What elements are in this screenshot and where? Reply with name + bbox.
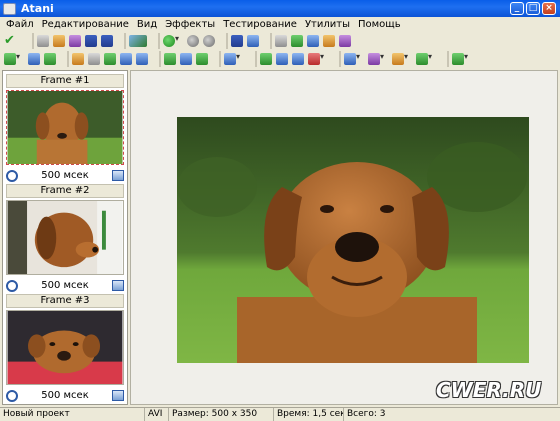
distribute-icon[interactable] [368,52,384,65]
order-icon[interactable] [392,52,408,65]
toolbar-group [226,33,263,49]
toolbar-group [219,51,248,67]
menu-utilities[interactable]: Утилиты [301,19,354,30]
frame-grid-icon[interactable] [323,35,335,47]
toolbar-group [124,33,151,49]
align-icon[interactable] [344,52,360,65]
toolbar-group: ✔ [4,33,20,49]
toolbar-group [339,51,440,67]
frame-list-panel: Frame #1 500 мсек Frame #2 500 мсек Fram… [2,70,128,405]
play-icon[interactable] [163,34,179,47]
toolbar-group [4,51,60,67]
fill-icon[interactable] [292,53,304,65]
save-frame-icon[interactable] [231,35,243,47]
status-format: AVI [145,408,169,421]
frame-item-1[interactable]: Frame #1 500 мсек [6,74,124,183]
color-icon[interactable] [452,52,468,65]
properties-icon[interactable] [136,53,148,65]
move-left-icon[interactable] [88,53,100,65]
stamp-icon[interactable] [308,52,324,65]
status-project: Новый проект [0,408,145,421]
move-up-icon[interactable] [72,53,84,65]
image-import-icon[interactable] [291,35,303,47]
delete-frame-icon[interactable] [28,53,40,65]
film-icon[interactable] [307,35,319,47]
add-frame-icon[interactable] [4,52,20,65]
frame-thumbnail[interactable] [6,310,124,385]
menu-testing[interactable]: Тестирование [219,19,301,30]
menu-edit[interactable]: Редактирование [38,19,133,30]
title-bar: Atani _ □ × [0,0,560,17]
frame-footer: 500 мсек [6,388,124,403]
open-icon[interactable] [37,35,49,47]
frame-title: Frame #3 [6,294,124,308]
frame-thumbnail[interactable] [6,200,124,275]
frame-item-2[interactable]: Frame #2 500 мсек [6,184,124,293]
canvas-area [130,70,558,405]
menu-view[interactable]: Вид [133,19,161,30]
effect-icon[interactable] [416,52,432,65]
frame-properties-icon[interactable] [112,280,124,291]
toolbar-group [67,51,152,67]
frame-title: Frame #2 [6,184,124,198]
save-icon[interactable] [85,35,97,47]
stop-icon[interactable] [203,35,215,47]
frame-title: Frame #1 [6,74,124,88]
close-button[interactable]: × [542,2,556,15]
maximize-button[interactable]: □ [526,2,540,15]
toolbar-group [159,51,212,67]
pause-icon[interactable] [187,35,199,47]
frame-properties-icon[interactable] [112,170,124,181]
split-icon[interactable] [196,53,208,65]
toolbar-group [158,33,219,49]
timer-icon[interactable] [120,53,132,65]
apply-check-icon[interactable]: ✔ [4,34,16,47]
frame-canvas-image[interactable] [177,117,529,363]
crop-icon[interactable] [164,53,176,65]
main-toolbar: ✔ [0,33,560,49]
timer-icon[interactable] [6,279,18,292]
frame-toolbar [0,51,560,67]
frame-footer: 500 мсек [6,278,124,293]
export-icon[interactable] [129,35,147,47]
layer-icon[interactable] [260,53,272,65]
resize-icon[interactable] [275,35,287,47]
move-right-icon[interactable] [104,53,116,65]
merge-icon[interactable] [180,53,192,65]
frame-duration: 500 мсек [41,170,89,181]
timer-icon[interactable] [6,389,18,402]
toolbar-group [32,33,117,49]
watermark-logo: CWER.RU [436,378,542,402]
save-as-icon[interactable] [101,35,113,47]
toolbar-group [447,51,476,67]
wizard-icon[interactable] [69,35,81,47]
frame-duration: 500 мсек [41,280,89,291]
menu-bar: Файл Редактирование Вид Эффекты Тестиров… [0,17,560,32]
menu-help[interactable]: Помощь [354,19,405,30]
frame-footer: 500 мсек [6,168,124,183]
frame-thumbnail[interactable] [6,90,124,165]
toolbar-group [255,51,332,67]
status-bar: Новый проект AVI Размер: 500 x 350 Время… [0,407,560,421]
app-icon [3,2,16,15]
frame-duration: 500 мсек [41,390,89,401]
slideshow-icon[interactable] [339,35,351,47]
duplicate-frame-icon[interactable] [44,53,56,65]
layout-icon[interactable] [224,52,240,65]
menu-effects[interactable]: Эффекты [161,19,219,30]
reload-icon[interactable] [53,35,65,47]
menu-file[interactable]: Файл [2,19,38,30]
status-time: Время: 1,5 сек [274,408,344,421]
status-total: Всего: 3 [347,409,386,419]
window-title: Atani [21,2,54,15]
timer-icon[interactable] [6,169,18,182]
copy-frame-icon[interactable] [247,35,259,47]
frame-icon[interactable] [276,53,288,65]
status-size: Размер: 500 x 350 [169,408,274,421]
frame-item-3[interactable]: Frame #3 500 мсек [6,294,124,403]
toolbar-group [270,33,355,49]
minimize-button[interactable]: _ [510,2,524,15]
frame-properties-icon[interactable] [112,390,124,401]
